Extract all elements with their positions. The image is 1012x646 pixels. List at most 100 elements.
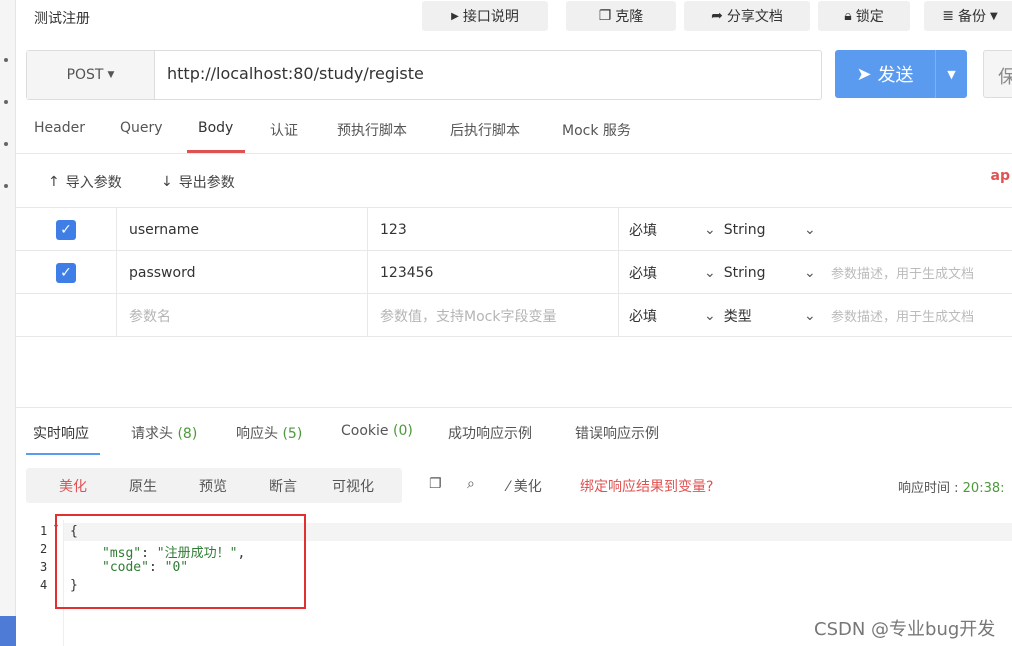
api-doc-button[interactable]: ▶ 接口说明 (422, 1, 548, 31)
send-dropdown-button[interactable]: ▼ (935, 50, 967, 98)
params-table: ✓ username 123 必填 ⌄ String ⌄ ✓ password … (16, 208, 1012, 337)
chevron-down-icon: ⌄ (704, 307, 716, 324)
chevron-down-icon: ⌄ (704, 221, 716, 238)
tab-header[interactable]: Header (34, 120, 85, 136)
import-params-button[interactable]: ↑ 导入参数 (48, 172, 122, 192)
request-tabs: Header Query Body 认证 预执行脚本 后执行脚本 Mock 服务 (16, 110, 1012, 154)
top-bar: 测试注册 ▶ 接口说明 ❐ 克隆 ➦ 分享文档 🔒︎ 锁定 ≣ 备份 ▼ (16, 0, 1012, 34)
param-type-select[interactable]: ⌄ String ⌄ (704, 251, 824, 294)
param-name[interactable]: username (117, 208, 368, 251)
caret-down-icon: ▼ (990, 10, 998, 22)
param-required[interactable]: 必填 (619, 294, 699, 337)
format-preview[interactable]: 预览 (199, 476, 227, 496)
tab-label: 错误响应示例 (575, 426, 659, 442)
method-select[interactable]: POST ▼ (27, 51, 155, 99)
lock-icon: 🔒︎ (844, 8, 852, 24)
param-checkbox[interactable]: ✓ (56, 219, 76, 240)
caret-down-icon: ▼ (107, 70, 115, 80)
param-desc-input[interactable]: 参数描述，用于生成文档 (831, 294, 1012, 337)
format-visualize[interactable]: 可视化 (332, 476, 374, 496)
tab-query[interactable]: Query (120, 120, 163, 136)
table-row: ✓ username 123 必填 ⌄ String ⌄ (16, 208, 1012, 251)
sidebar-active-marker (0, 616, 16, 646)
format-raw[interactable]: 原生 (129, 476, 157, 496)
lock-button[interactable]: 🔒︎ 锁定 (818, 1, 910, 31)
param-type-select[interactable]: ⌄ String ⌄ (704, 208, 824, 251)
param-type: String (723, 264, 766, 281)
param-name-input[interactable]: 参数名 (117, 294, 368, 337)
tab-success-example[interactable]: 成功响应示例 (448, 423, 532, 443)
export-params-label: 导出参数 (178, 175, 235, 191)
export-params-button[interactable]: ↓ 导出参数 (161, 172, 235, 192)
line-number: 2 (40, 542, 48, 556)
clone-button[interactable]: ❐ 克隆 (566, 1, 676, 31)
tab-count: (0) (392, 423, 413, 439)
format-assert[interactable]: 断言 (269, 476, 297, 496)
param-value[interactable]: 123 (368, 208, 619, 251)
extra-link[interactable]: ap (991, 168, 1010, 184)
database-icon: ≣ (942, 8, 955, 24)
tab-post-script[interactable]: 后执行脚本 (450, 120, 520, 140)
param-value[interactable]: 123456 (368, 251, 619, 294)
sidebar-dot[interactable] (4, 100, 8, 104)
sidebar-dot[interactable] (4, 142, 8, 146)
format-beautify[interactable]: 美化 (59, 476, 87, 496)
param-type: 类型 (723, 308, 752, 325)
chevron-down-icon: ⌄ (804, 221, 816, 238)
param-required[interactable]: 必填 (619, 208, 699, 251)
param-value-input[interactable]: 参数值，支持Mock字段变量 (368, 294, 619, 337)
url-input[interactable]: http://localhost:80/study/registe (167, 64, 424, 83)
tab-label: 实时响应 (33, 426, 89, 442)
tab-request-headers[interactable]: 请求头 (8) (131, 423, 197, 443)
sidebar-dot[interactable] (4, 184, 8, 188)
checkbox-cell (16, 294, 117, 337)
chevron-down-icon: ⌄ (704, 264, 716, 281)
table-row-new: 参数名 参数值，支持Mock字段变量 必填 ⌄ 类型 ⌄ 参数描述，用于生成文档 (16, 294, 1012, 337)
tab-realtime-response[interactable]: 实时响应 (33, 423, 89, 443)
tab-label: 响应头 (236, 426, 278, 442)
tab-mock[interactable]: Mock 服务 (562, 120, 631, 140)
check-icon: ✓ (60, 264, 72, 281)
tab-auth[interactable]: 认证 (270, 120, 298, 140)
caret-down-icon: ▼ (947, 67, 956, 81)
tab-pre-script[interactable]: 预执行脚本 (337, 120, 407, 140)
param-name[interactable]: password (117, 251, 368, 294)
backup-button[interactable]: ≣ 备份 ▼ (924, 1, 1012, 31)
param-desc[interactable] (831, 208, 1012, 251)
param-desc[interactable]: 参数描述，用于生成文档 (831, 251, 1012, 294)
tab-count: (8) (177, 426, 198, 442)
arrow-up-icon: ↑ (48, 174, 60, 190)
bind-result-link[interactable]: 绑定响应结果到变量? (580, 476, 713, 496)
tab-response-headers[interactable]: 响应头 (5) (236, 423, 302, 443)
param-required[interactable]: 必填 (619, 251, 699, 294)
share-label: 分享文档 (726, 9, 783, 25)
send-button[interactable]: ➤ 发送 (835, 50, 935, 98)
annotation-highlight-box (55, 514, 306, 609)
search-icon[interactable]: ⌕ (467, 476, 475, 492)
format-tabs: 美化 原生 预览 断言 可视化 (26, 468, 402, 503)
chevron-down-icon: ⌄ (804, 307, 816, 324)
checkbox-cell: ✓ (16, 251, 117, 294)
send-button-group: ➤ 发送 ▼ (835, 50, 967, 98)
response-time: 响应时间 : 20:38: (898, 477, 1005, 496)
tab-error-example[interactable]: 错误响应示例 (575, 423, 659, 443)
sidebar-dot[interactable] (4, 58, 8, 62)
backup-label: 备份 (958, 9, 987, 25)
paper-plane-icon: ➤ (856, 63, 872, 85)
param-type-select[interactable]: ⌄ 类型 ⌄ (704, 294, 824, 337)
copy-icon[interactable]: ❐ (429, 476, 442, 492)
clone-label: 克隆 (615, 9, 644, 25)
beautify-tool-button[interactable]: ⁄ 美化 (507, 476, 542, 496)
response-time-label: 响应时间 : (898, 481, 963, 496)
param-checkbox[interactable]: ✓ (56, 262, 76, 283)
share-doc-button[interactable]: ➦ 分享文档 (684, 1, 810, 31)
share-icon: ➦ (711, 8, 723, 24)
tab-cookie[interactable]: Cookie (0) (341, 423, 413, 439)
tab-body[interactable]: Body (198, 120, 233, 136)
method-label: POST (66, 67, 104, 83)
import-params-label: 导入参数 (65, 175, 122, 191)
page-title: 测试注册 (34, 11, 90, 27)
tab-count: (5) (282, 426, 303, 442)
body-toolbar: ↑ 导入参数 ↓ 导出参数 ap (16, 154, 1012, 208)
save-button[interactable]: 保 (983, 50, 1012, 98)
